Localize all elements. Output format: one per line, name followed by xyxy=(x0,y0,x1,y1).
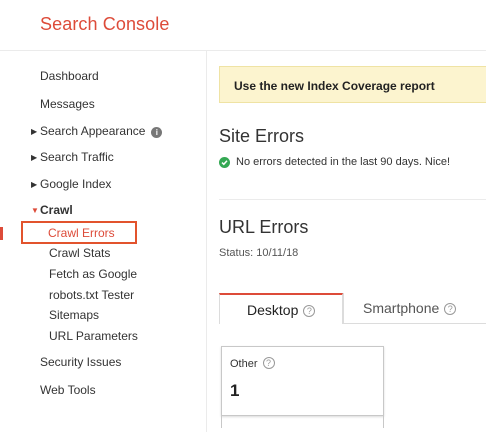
card-chart-frame xyxy=(221,416,384,428)
tab-desktop-label: Desktop xyxy=(247,302,299,318)
sidebar-item-crawl-errors[interactable]: Crawl Errors xyxy=(21,221,137,244)
sidebar-item-crawl[interactable]: ▼Crawl xyxy=(31,203,73,217)
help-icon[interactable]: ? xyxy=(262,357,275,369)
sidebar-divider xyxy=(206,51,207,432)
triangle-right-icon: ▶ xyxy=(31,153,38,162)
triangle-right-icon: ▶ xyxy=(31,180,38,189)
app-title[interactable]: Search Console xyxy=(40,14,169,35)
error-count-card-other[interactable]: Other? 1 xyxy=(221,346,384,416)
sidebar-item-dashboard[interactable]: Dashboard xyxy=(40,69,99,83)
site-errors-status: No errors detected in the last 90 days. … xyxy=(219,156,450,168)
card-label: Other? xyxy=(230,357,275,370)
sidebar-item-messages[interactable]: Messages xyxy=(40,97,95,111)
triangle-right-icon: ▶ xyxy=(31,127,38,136)
sidebar-item-label: Crawl Errors xyxy=(48,226,115,240)
sidebar-item-security-issues[interactable]: Security Issues xyxy=(40,355,121,369)
sidebar-item-fetch-as-google[interactable]: Fetch as Google xyxy=(49,267,137,281)
active-item-marker xyxy=(0,227,3,240)
triangle-down-icon: ▼ xyxy=(31,206,39,215)
sidebar-item-sitemaps[interactable]: Sitemaps xyxy=(49,308,99,322)
sidebar-item-label: Search Appearance xyxy=(40,124,146,138)
banner-text[interactable]: Use the new Index Coverage report xyxy=(234,79,435,93)
sidebar-item-label: Search Traffic xyxy=(40,150,114,164)
index-coverage-banner[interactable]: Use the new Index Coverage report xyxy=(219,66,486,103)
card-label-text: Other xyxy=(230,358,258,370)
sidebar-item-crawl-stats[interactable]: Crawl Stats xyxy=(49,246,110,260)
url-errors-status: Status: 10/11/18 xyxy=(219,247,299,259)
tab-desktop[interactable]: Desktop? xyxy=(219,293,343,324)
tab-label: Smartphone? xyxy=(363,300,457,316)
info-icon[interactable]: i xyxy=(151,127,163,138)
check-circle-icon xyxy=(219,156,230,168)
sidebar-item-web-tools[interactable]: Web Tools xyxy=(40,383,96,397)
sidebar-item-search-appearance[interactable]: ▶ Search Appearance i xyxy=(31,124,163,138)
site-errors-status-text: No errors detected in the last 90 days. … xyxy=(236,156,450,168)
tab-smartphone[interactable]: Smartphone? xyxy=(343,293,486,324)
site-errors-title: Site Errors xyxy=(219,126,305,146)
sidebar-item-label: Google Index xyxy=(40,177,112,191)
tab-smartphone-label: Smartphone xyxy=(363,300,440,316)
help-icon[interactable]: ? xyxy=(444,303,457,315)
card-value: 1 xyxy=(230,381,240,400)
tab-label: Desktop? xyxy=(247,302,316,318)
sidebar-item-google-index[interactable]: ▶ Google Index xyxy=(31,177,111,191)
sidebar-item-url-parameters[interactable]: URL Parameters xyxy=(49,329,138,343)
sidebar-item-label: Crawl xyxy=(40,203,73,217)
url-errors-title: URL Errors xyxy=(219,217,309,237)
help-icon[interactable]: ? xyxy=(303,305,316,317)
sidebar-item-search-traffic[interactable]: ▶ Search Traffic xyxy=(31,150,114,164)
section-divider xyxy=(219,199,486,200)
sidebar-item-robots-tester[interactable]: robots.txt Tester xyxy=(49,288,134,302)
